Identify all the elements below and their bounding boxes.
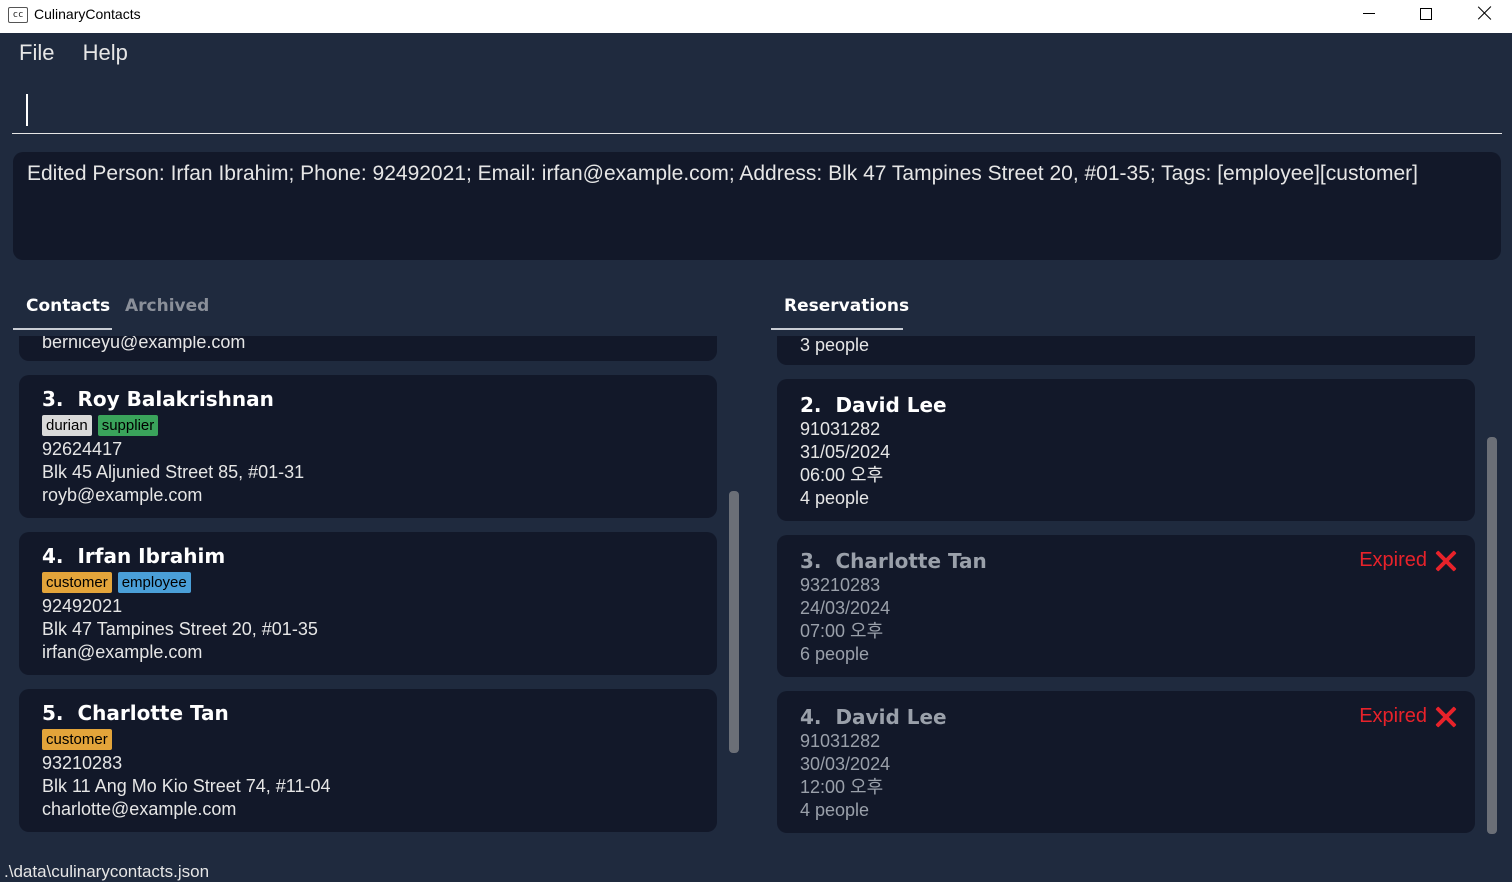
reservation-name: 4. David Lee (800, 705, 947, 729)
contact-tags: durian supplier (42, 415, 694, 436)
menu-bar: File Help (19, 40, 150, 66)
reservation-phone: 93210283 (800, 575, 881, 595)
reservation-phone: 91031282 (800, 731, 881, 751)
reservations-list[interactable]: 3 people 2. David Lee 91031282 31/05/202… (771, 336, 1483, 841)
contact-phone: 92624417 (42, 439, 123, 459)
tab-contacts[interactable]: Contacts (26, 296, 110, 316)
reservation-phone: 91031282 (800, 419, 881, 439)
close-button[interactable] (1456, 0, 1512, 33)
title-bar: cc CulinaryContacts (0, 0, 1512, 33)
contacts-list[interactable]: berniceyu@example.com 3. Roy Balakrishna… (12, 336, 732, 841)
expired-label: Expired (1359, 549, 1427, 571)
result-text: Edited Person: Irfan Ibrahim; Phone: 924… (27, 162, 1418, 185)
maximize-icon (1420, 8, 1432, 20)
reservation-card[interactable]: 3. Charlotte Tan 93210283 24/03/2024 07:… (777, 535, 1475, 677)
reservation-card-partial[interactable]: 3 people (777, 336, 1475, 365)
reservation-people: 6 people (800, 644, 870, 664)
menu-file[interactable]: File (19, 40, 54, 65)
minimize-icon (1363, 13, 1375, 14)
tag-employee: employee (117, 572, 191, 593)
reservation-people: 3 people (800, 336, 870, 355)
contact-card-partial[interactable]: berniceyu@example.com (19, 336, 717, 361)
tab-contacts-underline (13, 328, 112, 330)
contact-address: Blk 45 Aljunied Street 85, #01-31 (42, 462, 305, 482)
contact-tags: customer (42, 729, 694, 750)
contact-card[interactable]: 5. Charlotte Tan customer 93210283 Blk 1… (19, 689, 717, 832)
contact-email: berniceyu@example.com (42, 336, 246, 352)
reservations-scrollbar[interactable] (1487, 437, 1497, 834)
reservation-people: 4 people (800, 488, 870, 508)
tab-reservations[interactable]: Reservations (784, 296, 909, 316)
tab-archived[interactable]: Archived (125, 296, 209, 316)
command-input[interactable] (12, 82, 1502, 134)
contact-name: 3. Roy Balakrishnan (42, 387, 274, 411)
menu-help[interactable]: Help (83, 40, 128, 65)
reservation-time: 06:00 오후 (800, 465, 884, 485)
maximize-button[interactable] (1398, 0, 1456, 33)
reservation-name: 2. David Lee (800, 393, 947, 417)
contact-name: 5. Charlotte Tan (42, 701, 229, 725)
tag-customer: customer (42, 572, 112, 593)
contacts-scrollbar[interactable] (729, 491, 739, 753)
contact-name: 4. Irfan Ibrahim (42, 544, 226, 568)
expired-x-icon (1435, 706, 1457, 728)
expired-badge: Expired (1359, 705, 1457, 728)
contact-address: Blk 11 Ang Mo Kio Street 74, #11-04 (42, 776, 331, 796)
close-icon (1478, 6, 1492, 20)
contact-email: royb@example.com (42, 485, 203, 505)
reservation-people: 4 people (800, 800, 870, 820)
contact-address: Blk 47 Tampines Street 20, #01-35 (42, 619, 318, 639)
contact-tags: customer employee (42, 572, 694, 593)
app-icon: cc (8, 7, 28, 23)
tag-durian: durian (42, 415, 92, 436)
expired-x-icon (1435, 550, 1457, 572)
minimize-button[interactable] (1340, 0, 1398, 33)
status-bar-path: .\data\culinarycontacts.json (4, 862, 210, 881)
reservation-time: 12:00 오후 (800, 777, 884, 797)
reservation-date: 30/03/2024 (800, 754, 891, 774)
contact-email: irfan@example.com (42, 642, 203, 662)
reservation-date: 31/05/2024 (800, 442, 891, 462)
tag-supplier: supplier (97, 415, 159, 436)
result-display: Edited Person: Irfan Ibrahim; Phone: 924… (13, 152, 1501, 260)
contact-phone: 93210283 (42, 753, 123, 773)
reservation-card[interactable]: 2. David Lee 91031282 31/05/2024 06:00 오… (777, 379, 1475, 521)
contact-card[interactable]: 3. Roy Balakrishnan durian supplier 9262… (19, 375, 717, 518)
reservation-date: 24/03/2024 (800, 598, 891, 618)
tab-reservations-underline (771, 328, 903, 330)
contact-phone: 92492021 (42, 596, 123, 616)
contact-card[interactable]: 4. Irfan Ibrahim customer employee 92492… (19, 532, 717, 675)
expired-label: Expired (1359, 705, 1427, 727)
reservation-name: 3. Charlotte Tan (800, 549, 987, 573)
reservation-time: 07:00 오후 (800, 621, 884, 641)
text-cursor (26, 94, 28, 126)
tag-customer: customer (42, 729, 112, 750)
reservation-card[interactable]: 4. David Lee 91031282 30/03/2024 12:00 오… (777, 691, 1475, 833)
window-title: CulinaryContacts (34, 6, 141, 22)
expired-badge: Expired (1359, 549, 1457, 572)
contact-email: charlotte@example.com (42, 799, 237, 819)
